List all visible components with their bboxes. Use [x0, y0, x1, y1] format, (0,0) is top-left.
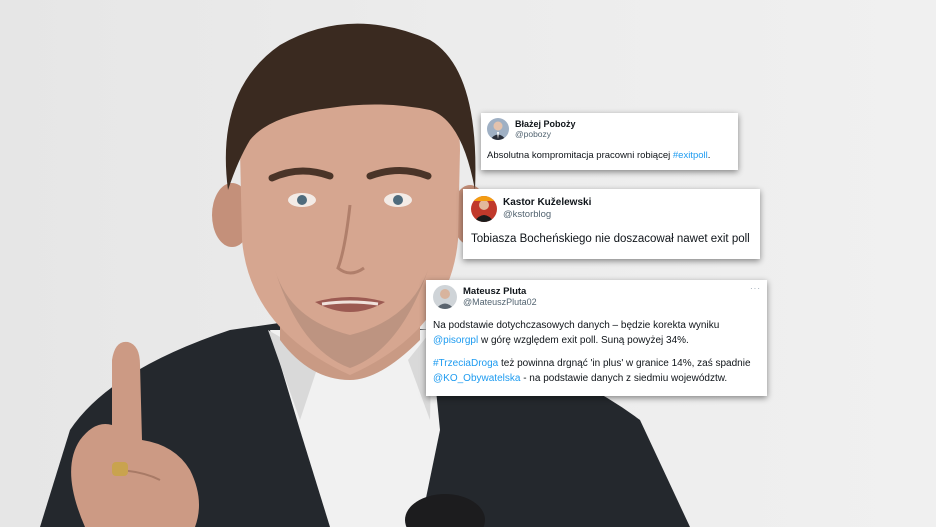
tweet-author-handle[interactable]: @kstorblog: [503, 209, 591, 220]
tweet-paragraph-1: Na podstawie dotychczasowych danych – bę…: [433, 320, 720, 346]
tweet-paragraph-2: #TrzeciaDroga też powinna drgnąć 'in plu…: [433, 358, 751, 384]
mention-link[interactable]: @pisorgpl: [433, 335, 478, 346]
tweet-card-pobozy[interactable]: Błażej Poboży @pobozy Absolutna kompromi…: [481, 113, 738, 170]
tweet-author-handle[interactable]: @pobozy: [515, 129, 576, 139]
avatar[interactable]: [471, 196, 497, 222]
mention-link[interactable]: @KO_Obywatelska: [433, 373, 520, 384]
tweet-text: Na podstawie dotychczasowych danych – bę…: [433, 319, 760, 386]
tweet-text: Absolutna kompromitacja pracowni robiące…: [487, 150, 711, 161]
speaker-photo: [40, 23, 690, 527]
tweet-text: Tobiasza Bocheńskiego nie doszacował naw…: [471, 233, 750, 245]
tweet-card-mateuszpluta[interactable]: ··· Mateusz Pluta @MateuszPluta02 Na pod…: [426, 280, 767, 396]
more-dots-icon[interactable]: ···: [750, 284, 761, 293]
tweet-header: Kastor Kuželewski @kstorblog: [471, 196, 752, 222]
tweet-author-name[interactable]: Mateusz Pluta: [463, 286, 537, 297]
tweet-author-handle[interactable]: @MateuszPluta02: [463, 297, 537, 308]
tweet-header: Mateusz Pluta @MateuszPluta02: [433, 285, 760, 309]
tweet-card-kstorblog[interactable]: Kastor Kuželewski @kstorblog Tobiasza Bo…: [463, 189, 760, 259]
hashtag-link[interactable]: #TrzeciaDroga: [433, 358, 498, 369]
hashtag-link[interactable]: #exitpoll: [673, 150, 708, 161]
tweet-header: Błażej Poboży @pobozy: [487, 118, 732, 140]
tweet-author-name[interactable]: Kastor Kuželewski: [503, 197, 591, 209]
photo-scene: Błażej Poboży @pobozy Absolutna kompromi…: [0, 0, 936, 527]
tweet-author-name[interactable]: Błażej Poboży: [515, 119, 576, 130]
avatar[interactable]: [433, 285, 457, 309]
avatar[interactable]: [487, 118, 509, 140]
